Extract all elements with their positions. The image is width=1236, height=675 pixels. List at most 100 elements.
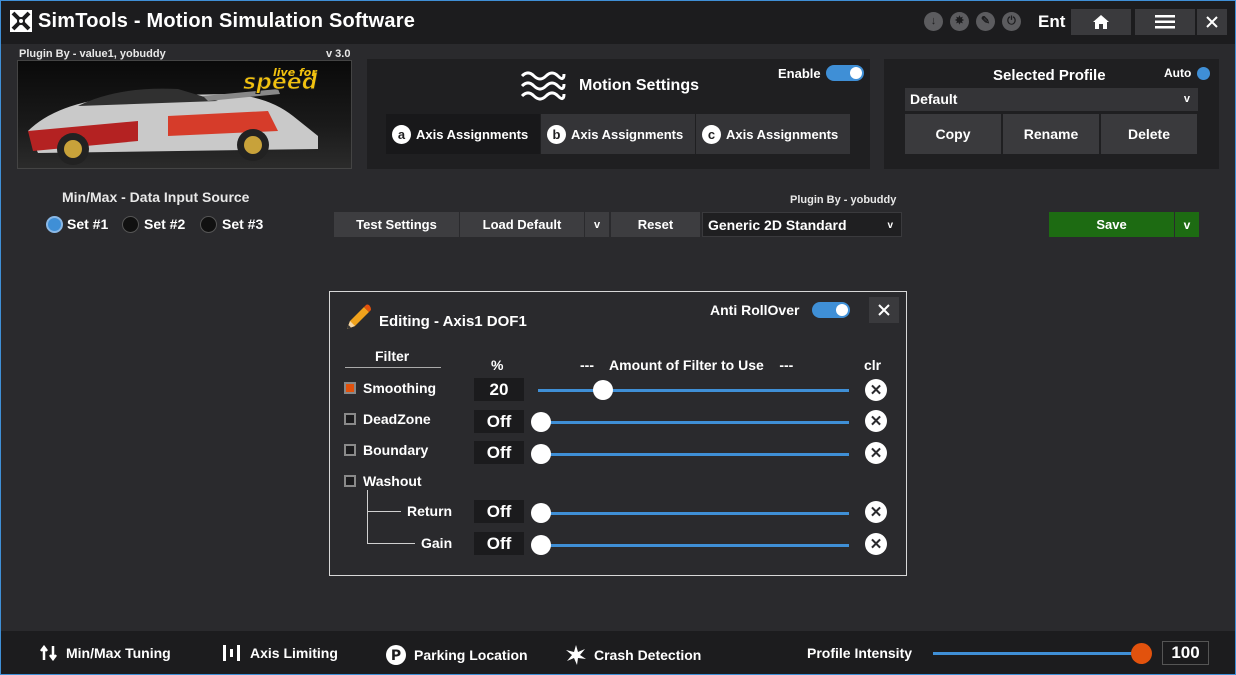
letter-c-icon: c	[702, 124, 721, 144]
parking-location-label: Parking Location	[414, 647, 528, 663]
set3-radio[interactable]	[200, 216, 217, 233]
gain-value[interactable]: Off	[474, 532, 524, 555]
home-icon	[1093, 15, 1109, 29]
tree-line-return	[367, 511, 401, 512]
smoothing-clear-button[interactable]: ✕	[865, 379, 887, 401]
boundary-slider-track[interactable]	[538, 453, 849, 456]
deadzone-checkbox[interactable]	[344, 413, 356, 425]
boundary-slider-thumb[interactable]	[531, 444, 551, 464]
auto-radio[interactable]	[1197, 67, 1210, 80]
crash-detection-button[interactable]: Crash Detection	[566, 645, 701, 665]
deadzone-value[interactable]: Off	[474, 410, 524, 433]
smoothing-slider-thumb[interactable]	[593, 380, 613, 400]
menu-button[interactable]	[1135, 9, 1195, 35]
preset-select-value: Generic 2D Standard	[708, 217, 847, 233]
crash-icon[interactable]: ✸	[950, 12, 969, 31]
profile-select-value: Default	[910, 91, 958, 107]
profile-intensity-slider-track[interactable]	[933, 652, 1139, 655]
boundary-clear-button[interactable]: ✕	[865, 442, 887, 464]
axis-assignments-b-button[interactable]: b Axis Assignments	[541, 114, 695, 154]
tree-line-vertical	[367, 490, 368, 544]
gain-slider-track[interactable]	[538, 544, 849, 547]
preset-select[interactable]: Generic 2D Standard v	[702, 212, 902, 237]
plugin-version: v 3.0	[326, 48, 351, 60]
plugin-author: Plugin By - value1, yobuddy	[19, 48, 166, 60]
profile-intensity-slider-thumb[interactable]	[1131, 643, 1152, 664]
parking-location-button[interactable]: P Parking Location	[386, 645, 528, 665]
up-down-arrows-icon	[40, 645, 58, 661]
save-dropdown[interactable]: v	[1175, 212, 1199, 237]
chevron-down-icon: v	[1183, 93, 1190, 105]
profile-intensity-value[interactable]: 100	[1162, 641, 1209, 665]
set1-radio[interactable]	[46, 216, 63, 233]
axis-assignments-c-button[interactable]: c Axis Assignments	[696, 114, 850, 154]
return-slider-thumb[interactable]	[531, 503, 551, 523]
deadzone-slider-thumb[interactable]	[531, 412, 551, 432]
gain-slider-thumb[interactable]	[531, 535, 551, 555]
delete-button[interactable]: Delete	[1101, 114, 1197, 154]
close-window-button[interactable]	[1197, 9, 1227, 35]
reset-button[interactable]: Reset	[611, 212, 700, 237]
editing-title: Editing - Axis1 DOF1	[379, 313, 527, 330]
copy-button[interactable]: Copy	[905, 114, 1001, 154]
axis-limiting-button[interactable]: Axis Limiting	[222, 645, 338, 661]
pencil-icon	[347, 304, 371, 329]
minmax-tuning-label: Min/Max Tuning	[66, 645, 171, 661]
return-clear-button[interactable]: ✕	[865, 501, 887, 523]
close-dialog-button[interactable]	[869, 297, 899, 323]
smoothing-value[interactable]: 20	[474, 378, 524, 401]
load-default-dropdown[interactable]: v	[585, 212, 609, 237]
crash-burst-icon	[566, 645, 586, 665]
axis-b-label: Axis Assignments	[571, 126, 684, 142]
enable-label: Enable	[778, 66, 821, 81]
save-button[interactable]: Save	[1049, 212, 1174, 237]
letter-b-icon: b	[547, 124, 566, 144]
return-slider-track[interactable]	[538, 512, 849, 515]
set2-label: Set #2	[144, 216, 186, 232]
home-button[interactable]	[1071, 9, 1131, 35]
deadzone-clear-button[interactable]: ✕	[865, 410, 887, 432]
hamburger-icon	[1155, 15, 1175, 29]
download-icon[interactable]: ↓	[924, 12, 943, 31]
svg-text:P: P	[391, 648, 401, 664]
power-icon[interactable]: ⏻	[1002, 12, 1021, 31]
clr-header: clr	[864, 357, 882, 373]
washout-label: Washout	[363, 473, 422, 489]
axis-a-label: Axis Assignments	[416, 126, 529, 142]
race-car-image: speed live for	[28, 66, 318, 165]
profile-intensity-label: Profile Intensity	[807, 645, 913, 661]
anti-rollover-label: Anti RollOver	[710, 302, 800, 318]
deadzone-slider-track[interactable]	[538, 421, 849, 424]
load-default-button[interactable]: Load Default	[460, 212, 584, 237]
filter-underline	[345, 367, 441, 368]
pencil-icon[interactable]: ✎	[976, 12, 995, 31]
profile-select[interactable]: Default v	[905, 88, 1198, 111]
auto-label: Auto	[1164, 66, 1192, 80]
smoothing-checkbox[interactable]	[344, 382, 356, 394]
return-value[interactable]: Off	[474, 500, 524, 523]
letter-a-icon: a	[392, 124, 411, 144]
axis-assignments-a-button[interactable]: a Axis Assignments	[386, 114, 540, 154]
motion-settings-title: Motion Settings	[579, 77, 699, 94]
enable-toggle[interactable]	[826, 65, 864, 81]
boundary-checkbox[interactable]	[344, 444, 356, 456]
editing-dialog	[329, 291, 907, 576]
gain-clear-button[interactable]: ✕	[865, 533, 887, 555]
test-settings-button[interactable]: Test Settings	[334, 212, 459, 237]
rename-button[interactable]: Rename	[1003, 114, 1099, 154]
smoothing-slider-track[interactable]	[538, 389, 849, 392]
smoothing-label: Smoothing	[363, 380, 437, 396]
set2-radio[interactable]	[122, 216, 139, 233]
close-icon	[1206, 16, 1218, 28]
axis-limiting-label: Axis Limiting	[250, 645, 338, 661]
boundary-label: Boundary	[363, 442, 429, 458]
filter-header: Filter	[375, 348, 410, 364]
minmax-tuning-button[interactable]: Min/Max Tuning	[40, 645, 171, 661]
washout-checkbox[interactable]	[344, 475, 356, 487]
amount-header: --- Amount of Filter to Use ---	[580, 357, 794, 373]
gain-label: Gain	[421, 535, 453, 551]
boundary-value[interactable]: Off	[474, 441, 524, 464]
anti-rollover-toggle[interactable]	[812, 302, 850, 318]
simtools-logo-icon	[10, 10, 32, 32]
close-icon	[878, 304, 890, 316]
